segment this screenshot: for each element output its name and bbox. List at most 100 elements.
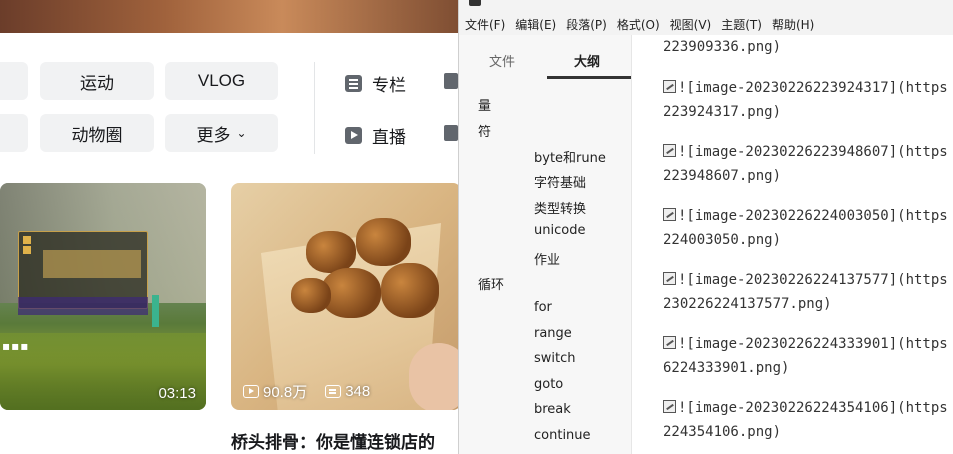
window-titlebar [459,0,953,13]
food-chunk [306,231,356,273]
chip-animals[interactable]: 动物圈 [40,114,154,152]
menu-help[interactable]: 帮助(H) [772,16,814,33]
food-chunk [381,263,439,318]
game-dots: ▪▪▪ [2,339,30,353]
editor-line[interactable]: 223948607.png) [663,168,781,184]
editor-line[interactable]: 223924317.png) [663,104,781,120]
broken-image-icon [663,208,676,221]
broken-image-icon [663,80,676,93]
menu-file[interactable]: 文件(F) [465,16,505,33]
chip-sports[interactable]: 运动 [40,62,154,100]
editor-line[interactable]: ![image-20230226223948607](https [663,144,948,160]
play-count-icon [243,385,259,398]
editor-line[interactable]: 230226224137577.png) [663,296,832,312]
outline-item[interactable]: 字符基础 [534,172,586,191]
header-banner [0,0,470,33]
editor-line[interactable]: ![image-20230226224333901](https [663,336,948,352]
outline-item[interactable]: 作业 [534,249,560,268]
broken-image-icon [663,144,676,157]
tab-files[interactable]: 文件 [489,51,515,70]
outline-item[interactable]: byte和rune [534,147,606,166]
chip-label: 更多 [196,125,231,146]
line-text: ![image-20230226223948607](https [678,144,948,160]
line-text: 230226224137577.png) [663,296,832,312]
video-thumbnail-food[interactable]: 90.8万 348 [231,183,461,410]
danmaku-icon [325,385,342,398]
video-thumbnail-game[interactable]: ▪▪▪ 03:13 [0,183,206,410]
doc-icon [345,75,362,92]
nav-column-label: 专栏 [372,76,406,96]
video-duration: 03:13 [158,385,196,402]
editor-line[interactable]: 6224333901.png) [663,360,789,376]
line-text: ![image-20230226223924317](https [678,80,948,96]
menu-paragraph[interactable]: 段落(P) [566,16,607,33]
category-chip[interactable] [0,114,28,152]
editor-line[interactable]: ![image-20230226224003050](https [663,208,948,224]
video-stats: 90.8万 348 [243,381,370,402]
chip-vlog[interactable]: VLOG [165,62,278,100]
nav-live-label: 直播 [372,128,406,148]
chip-label: 动物圈 [71,125,123,146]
broken-image-icon [663,400,676,413]
nav-live[interactable]: 直播 [345,123,406,148]
food-chunk [291,278,331,313]
game-meter [152,295,159,327]
menu-theme[interactable]: 主题(T) [721,16,762,33]
line-text: 223909336.png) [663,39,782,55]
outline-item[interactable]: range [534,326,572,341]
category-chip[interactable] [0,62,28,100]
camera-icon [345,127,362,144]
outline-item[interactable]: 类型转换 [534,198,586,217]
outline-item[interactable]: for [534,300,552,315]
view-count: 90.8万 [263,384,308,401]
game-ui-mark [23,236,31,244]
flag-icon[interactable] [444,73,458,89]
broken-image-icon [663,336,676,349]
editor-line[interactable]: ![image-20230226224137577](https [663,272,948,288]
outline-item[interactable]: switch [534,351,576,366]
app-icon [469,0,481,6]
line-text: 223948607.png) [663,168,782,184]
editor-line[interactable]: 224354106.png) [663,424,781,440]
outline-item[interactable]: continue [534,428,591,443]
line-text: 224003050.png) [663,232,782,248]
editor-area[interactable]: 223909336.png) ![image-20230226223924317… [633,35,953,454]
outline-item[interactable]: 量 [478,95,491,114]
nav-column[interactable]: 专栏 [345,71,406,96]
outline-item[interactable]: break [534,402,571,417]
chip-label: VLOG [197,71,246,90]
line-text: ![image-20230226224333901](https [678,336,948,352]
line-text: ![image-20230226224137577](https [678,272,948,288]
chevron-down-icon: ⌄ [236,126,247,140]
game-ui-bar [43,250,141,278]
outline-item[interactable]: 循环 [478,274,504,293]
tab-outline[interactable]: 大纲 [574,51,600,70]
outline-item[interactable]: unicode [534,223,585,238]
line-text: 6224333901.png) [663,360,790,376]
video-title[interactable]: 桥头排骨：你是懂连锁店的 [231,428,435,453]
line-text: ![image-20230226224354106](https [678,400,948,416]
editor-line[interactable]: ![image-20230226224354106](https [663,400,948,416]
editor-line[interactable]: 224003050.png) [663,232,781,248]
line-text: 224354106.png) [663,424,782,440]
food-chunk [356,218,411,266]
hand [409,343,461,410]
sidebar-tabs: 文件 大纲 [459,35,632,80]
outline-item[interactable]: goto [534,377,563,392]
editor-line[interactable]: 223909336.png) [663,39,781,55]
editor-line[interactable]: ![image-20230226223924317](https [663,80,948,96]
game-hud [18,297,148,315]
menu-edit[interactable]: 编辑(E) [515,16,556,33]
game-ui-mark [23,246,31,254]
outline-item[interactable]: 符 [478,121,491,140]
menu-format[interactable]: 格式(O) [617,16,660,33]
menu-view[interactable]: 视图(V) [670,16,712,33]
sidebar: 文件 大纲 量 符 byte和rune 字符基础 类型转换 unicode 作业… [459,35,632,454]
chip-label: 运动 [80,73,114,94]
line-text: ![image-20230226224003050](https [678,208,948,224]
emoji-icon[interactable] [444,125,458,141]
active-tab-indicator [547,76,631,79]
typora-window: 文件(F) 编辑(E) 段落(P) 格式(O) 视图(V) 主题(T) 帮助(H… [458,0,953,454]
chip-more[interactable]: 更多 ⌄ [165,114,278,152]
menu-bar: 文件(F) 编辑(E) 段落(P) 格式(O) 视图(V) 主题(T) 帮助(H… [459,13,953,35]
